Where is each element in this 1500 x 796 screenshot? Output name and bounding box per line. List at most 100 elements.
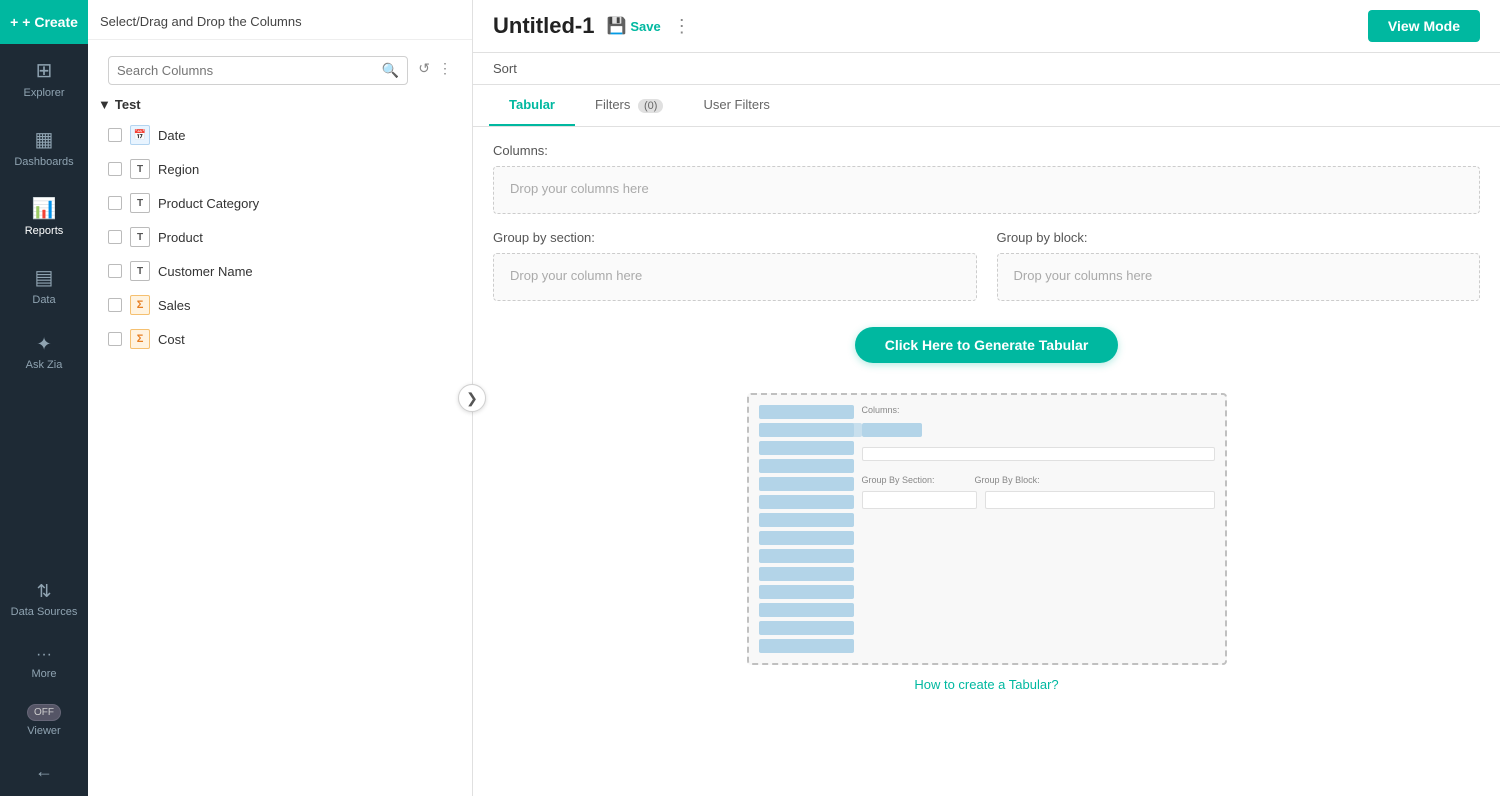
sidebar-item-label: Data <box>32 294 55 306</box>
search-input[interactable] <box>117 63 376 78</box>
preview-left-stripes <box>759 405 854 653</box>
sidebar-item-ask-zia[interactable]: ✦ Ask Zia <box>0 320 88 385</box>
list-item[interactable]: T Product Category <box>88 186 472 220</box>
sidebar-item-reports[interactable]: 📊 Reports <box>0 182 88 251</box>
column-checkbox-product-category[interactable] <box>108 196 122 210</box>
column-name: Cost <box>158 332 185 347</box>
sidebar-item-label: Ask Zia <box>26 359 63 371</box>
save-button[interactable]: 💾 Save <box>606 16 660 36</box>
column-panel: Select/Drag and Drop the Columns 🔍 ↺ ⋮ ▼… <box>88 0 473 796</box>
sidebar-item-label: Reports <box>25 225 64 237</box>
group-by-block-drop-zone[interactable]: Drop your columns here <box>997 253 1481 301</box>
search-bar: 🔍 <box>108 56 408 85</box>
text-type-icon: T <box>130 159 150 179</box>
list-item[interactable]: T Region <box>88 152 472 186</box>
filters-badge: (0) <box>638 99 663 113</box>
collapse-icon: ▼ <box>98 97 111 112</box>
column-checkbox-cost[interactable] <box>108 332 122 346</box>
left-nav: + + Create ⊞ Explorer ▦ Dashboards 📊 Rep… <box>0 0 88 796</box>
preview-container: Columns: Group By Section: Group By Bloc… <box>473 383 1500 712</box>
data-sources-icon: ⇅ <box>36 581 51 602</box>
sidebar-item-dashboards[interactable]: ▦ Dashboards <box>0 113 88 182</box>
column-name: Product <box>158 230 203 245</box>
search-icon: 🔍 <box>382 62 399 79</box>
plus-icon: + <box>10 14 18 30</box>
preview-group-labels: Group By Section: Group By Block: <box>862 475 1215 485</box>
view-mode-button[interactable]: View Mode <box>1368 10 1480 42</box>
column-checkbox-sales[interactable] <box>108 298 122 312</box>
group-section: Group by section: Drop your column here … <box>473 230 1500 317</box>
date-type-icon: 📅 <box>130 125 150 145</box>
more-options-button[interactable]: ⋮ <box>673 16 691 37</box>
save-label: Save <box>630 19 660 34</box>
columns-drop-zone[interactable]: Drop your columns here <box>493 166 1480 214</box>
preview-group-boxes <box>862 491 1215 509</box>
group-by-section-col: Group by section: Drop your column here <box>493 230 977 301</box>
group-header-test[interactable]: ▼ Test <box>88 91 472 118</box>
sidebar-item-explorer[interactable]: ⊞ Explorer <box>0 44 88 113</box>
column-name: Customer Name <box>158 264 253 279</box>
sidebar-item-data-sources[interactable]: ⇅ Data Sources <box>0 567 88 632</box>
collapse-panel-arrow[interactable]: ❯ <box>458 384 486 412</box>
sidebar-item-more[interactable]: ··· More <box>0 632 88 694</box>
save-icon: 💾 <box>606 16 626 36</box>
preview-right: Columns: Group By Section: Group By Bloc… <box>862 405 1215 653</box>
generate-tabular-button[interactable]: Click Here to Generate Tabular <box>855 327 1119 363</box>
text-type-icon: T <box>130 227 150 247</box>
sort-bar: Sort <box>473 53 1500 85</box>
column-checkbox-product[interactable] <box>108 230 122 244</box>
how-to-link[interactable]: How to create a Tabular? <box>914 677 1058 692</box>
create-button[interactable]: + + Create <box>0 0 88 44</box>
report-area: Tabular Filters (0) User Filters Columns… <box>473 85 1500 796</box>
more-options-icon[interactable]: ⋮ <box>438 60 452 77</box>
sort-label: Sort <box>493 61 517 76</box>
report-panel: Tabular Filters (0) User Filters Columns… <box>473 85 1500 796</box>
explorer-icon: ⊞ <box>36 58 53 83</box>
group-by-section-label: Group by section: <box>493 230 977 245</box>
sidebar-item-label: Dashboards <box>14 156 73 168</box>
sidebar-item-data[interactable]: ▤ Data <box>0 251 88 320</box>
group-by-block-label: Group by block: <box>997 230 1481 245</box>
create-label: + Create <box>22 14 78 30</box>
column-list: ▼ Test 📅 Date T Region T Product Categor… <box>88 91 472 796</box>
columns-section: Columns: Drop your columns here <box>473 127 1500 230</box>
preview-illustration: Columns: Group By Section: Group By Bloc… <box>747 393 1227 665</box>
tab-filters[interactable]: Filters (0) <box>575 85 683 126</box>
report-tabs: Tabular Filters (0) User Filters <box>473 85 1500 127</box>
column-checkbox-date[interactable] <box>108 128 122 142</box>
preview-drag-item <box>862 423 922 437</box>
back-button[interactable]: ← <box>35 747 53 796</box>
column-checkbox-customer-name[interactable] <box>108 264 122 278</box>
column-checkbox-region[interactable] <box>108 162 122 176</box>
refresh-icon[interactable]: ↺ <box>418 60 430 77</box>
ask-zia-icon: ✦ <box>36 334 51 355</box>
text-type-icon: T <box>130 261 150 281</box>
back-icon: ← <box>35 761 53 781</box>
sidebar-item-label: Data Sources <box>11 606 78 618</box>
generate-btn-container: Click Here to Generate Tabular <box>473 317 1500 383</box>
column-name: Region <box>158 162 199 177</box>
preview-columns-label: Columns: <box>862 405 1215 415</box>
preview-columns-bar <box>862 447 1215 461</box>
column-name: Product Category <box>158 196 259 211</box>
group-by-block-col: Group by block: Drop your columns here <box>997 230 1481 301</box>
list-item[interactable]: Σ Sales <box>88 288 472 322</box>
tab-user-filters[interactable]: User Filters <box>683 85 789 126</box>
group-name: Test <box>115 97 141 112</box>
num-type-icon: Σ <box>130 329 150 349</box>
sidebar-item-label: More <box>31 668 56 680</box>
top-bar: Untitled-1 💾 Save ⋮ View Mode <box>473 0 1500 53</box>
column-name: Sales <box>158 298 191 313</box>
top-bar-right: View Mode <box>1368 10 1480 42</box>
group-by-section-placeholder: Drop your column here <box>510 268 642 283</box>
more-icon: ··· <box>36 646 52 664</box>
num-type-icon: Σ <box>130 295 150 315</box>
tab-tabular[interactable]: Tabular <box>489 85 575 126</box>
list-item[interactable]: T Product <box>88 220 472 254</box>
viewer-toggle[interactable]: OFF <box>27 704 61 721</box>
group-by-section-drop-zone[interactable]: Drop your column here <box>493 253 977 301</box>
list-item[interactable]: 📅 Date <box>88 118 472 152</box>
reports-icon: 📊 <box>32 196 57 221</box>
list-item[interactable]: T Customer Name <box>88 254 472 288</box>
list-item[interactable]: Σ Cost <box>88 322 472 356</box>
